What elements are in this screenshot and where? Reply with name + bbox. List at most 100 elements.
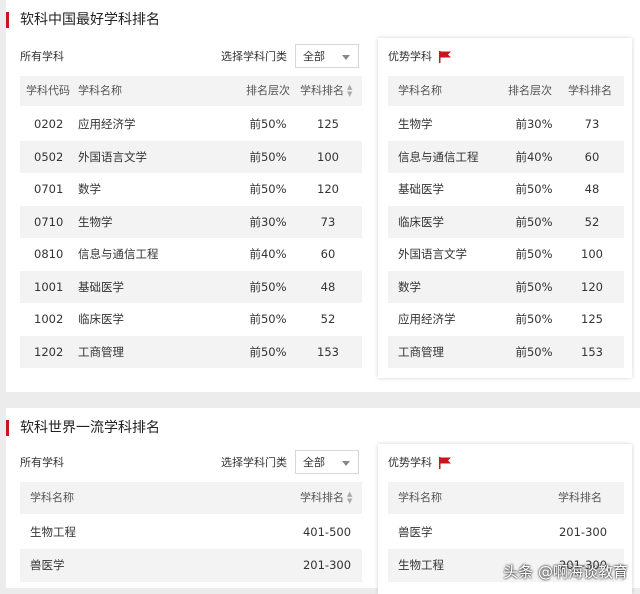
cell-rank: 100 bbox=[581, 247, 603, 261]
table-row: 1202 工商管理 前50% 153 bbox=[20, 335, 362, 368]
adv-header-rank: 学科排名 bbox=[558, 491, 602, 504]
section-title: 软科世界一流学科排名 bbox=[20, 420, 160, 436]
cell-level: 前50% bbox=[515, 182, 553, 196]
table-row: 外国语言文学 前50% 100 bbox=[388, 238, 624, 271]
cell-rank: 52 bbox=[584, 214, 600, 229]
cell-rank: 125 bbox=[317, 117, 339, 131]
cell-level: 前50% bbox=[249, 149, 287, 164]
adv-header-name: 学科名称 bbox=[398, 84, 442, 97]
section-title: 软科中国最好学科排名 bbox=[20, 12, 160, 28]
sort-icon: ▲ ▼ bbox=[347, 490, 353, 505]
cell-rank: 60 bbox=[320, 247, 336, 261]
header-rank-label: 学科排名 bbox=[300, 84, 344, 97]
cell-level: 前50% bbox=[249, 344, 287, 359]
cell-name: 外国语言文学 bbox=[398, 247, 467, 261]
header-name: 学科名称 bbox=[30, 491, 74, 504]
adv-header-level: 排名层次 bbox=[508, 84, 552, 97]
cell-name: 生物学 bbox=[398, 117, 433, 131]
cell-level: 前50% bbox=[249, 279, 287, 294]
world-subject-table: 学科名称 学科排名 ▲ ▼ 生物工程 401-500 兽医学 201-300 bbox=[20, 482, 362, 586]
table-row: 1002 临床医学 前50% 52 bbox=[20, 303, 362, 336]
cell-rank: 73 bbox=[584, 117, 600, 131]
cell-level: 前50% bbox=[249, 312, 287, 326]
category-select[interactable]: 全部 bbox=[295, 450, 359, 474]
cell-name: 信息与通信工程 bbox=[78, 247, 159, 261]
cell-rank: 201-300 bbox=[302, 558, 352, 572]
header-rank[interactable]: 学科排名 ▲ ▼ bbox=[300, 482, 352, 514]
table-row: 信息与通信工程 前40% 60 bbox=[388, 140, 624, 173]
header-rank[interactable]: 学科排名 ▲ ▼ bbox=[300, 76, 352, 106]
table-header: 学科代码 学科名称 排名层次 学科排名 ▲ ▼ bbox=[20, 76, 362, 106]
cell-code: 1202 bbox=[34, 344, 64, 359]
cell-name: 临床医学 bbox=[78, 312, 124, 326]
cell-rank: 401-500 bbox=[302, 525, 352, 539]
cell-rank: 153 bbox=[317, 344, 339, 359]
cell-name: 生物工程 bbox=[30, 525, 76, 539]
chevron-down-icon bbox=[342, 55, 350, 60]
cell-level: 前50% bbox=[515, 312, 553, 326]
cell-level: 前40% bbox=[249, 247, 287, 261]
cell-name: 应用经济学 bbox=[398, 312, 456, 326]
table-row: 临床医学 前50% 52 bbox=[388, 205, 624, 238]
cell-rank: 52 bbox=[320, 312, 336, 326]
table-row: 生物学 前30% 73 bbox=[388, 108, 624, 141]
advantage-table-header: 学科名称 学科排名 bbox=[388, 482, 624, 514]
china-ranking-panel: 软科中国最好学科排名 所有学科 选择学科门类 全部 学科代码 学科名称 排名层次… bbox=[6, 0, 640, 392]
cell-code: 1002 bbox=[34, 312, 64, 326]
table-row: 0710 生物学 前30% 73 bbox=[20, 205, 362, 238]
cell-rank: 120 bbox=[317, 182, 339, 196]
subject-table: 学科代码 学科名称 排名层次 学科排名 ▲ ▼ 0202 应用经济学 前50% 125 05… bbox=[20, 76, 362, 368]
category-select-label: 选择学科门类 bbox=[221, 50, 287, 63]
world-ranking-panel: 软科世界一流学科排名 所有学科 选择学科门类 全部 学科名称 学科排名 ▲ ▼ 生物… bbox=[6, 408, 640, 594]
table-row: 应用经济学 前50% 125 bbox=[388, 303, 624, 336]
cell-level: 前50% bbox=[249, 182, 287, 196]
table-row: 基础医学 前50% 48 bbox=[388, 173, 624, 206]
cell-name: 基础医学 bbox=[78, 279, 124, 294]
sort-icon: ▲ ▼ bbox=[347, 83, 353, 98]
cell-rank: 60 bbox=[584, 149, 600, 164]
table-row: 0202 应用经济学 前50% 125 bbox=[20, 108, 362, 141]
table-row: 0810 信息与通信工程 前40% 60 bbox=[20, 238, 362, 271]
cell-name: 生物工程 bbox=[398, 558, 444, 572]
cell-rank: 125 bbox=[581, 312, 603, 326]
table-row: 0701 数学 前50% 120 bbox=[20, 173, 362, 206]
all-subjects-label: 所有学科 bbox=[20, 50, 64, 63]
table-row: 数学 前50% 120 bbox=[388, 270, 624, 303]
cell-name: 兽医学 bbox=[398, 525, 433, 539]
advantage-table-header: 学科名称 排名层次 学科排名 bbox=[388, 76, 624, 106]
cell-name: 兽医学 bbox=[30, 558, 65, 572]
all-subjects-label: 所有学科 bbox=[20, 456, 64, 469]
cell-rank: 201-300 bbox=[558, 525, 608, 539]
table-row: 1001 基础医学 前50% 48 bbox=[20, 270, 362, 303]
table-row: 生物工程 401-500 bbox=[20, 516, 362, 549]
category-select[interactable]: 全部 bbox=[295, 44, 359, 68]
header-rank-label: 学科排名 bbox=[300, 491, 344, 504]
header-name: 学科名称 bbox=[78, 84, 122, 97]
advantage-label: 优势学科 bbox=[388, 50, 432, 63]
watermark: 头条 @啊海谈教育 bbox=[503, 563, 628, 581]
cell-rank: 73 bbox=[320, 214, 336, 229]
cell-rank: 153 bbox=[581, 344, 603, 359]
category-select-value: 全部 bbox=[303, 50, 325, 63]
cell-level: 前50% bbox=[249, 117, 287, 131]
cell-code: 0701 bbox=[34, 182, 64, 196]
cell-rank: 120 bbox=[581, 279, 603, 294]
cell-code: 0202 bbox=[34, 117, 64, 131]
adv-header-rank: 学科排名 bbox=[568, 84, 612, 97]
cell-code: 1001 bbox=[34, 279, 64, 294]
cell-rank: 48 bbox=[584, 182, 600, 196]
cell-rank: 48 bbox=[320, 279, 336, 294]
advantage-card: 优势学科 学科名称 排名层次 学科排名 生物学 前30% 73 信息与通信工程 前40%… bbox=[378, 38, 632, 378]
flag-icon bbox=[439, 51, 451, 63]
cell-name: 应用经济学 bbox=[78, 117, 136, 131]
cell-code: 0810 bbox=[34, 247, 64, 261]
cell-level: 前50% bbox=[515, 214, 553, 229]
cell-code: 0710 bbox=[34, 214, 64, 229]
cell-name: 基础医学 bbox=[398, 182, 444, 196]
table-row: 0502 外国语言文学 前50% 100 bbox=[20, 140, 362, 173]
category-select-value: 全部 bbox=[303, 456, 325, 469]
cell-name: 信息与通信工程 bbox=[398, 149, 479, 164]
cell-level: 前30% bbox=[249, 214, 287, 229]
section-header: 软科世界一流学科排名 bbox=[6, 408, 640, 448]
category-select-label: 选择学科门类 bbox=[221, 456, 287, 469]
